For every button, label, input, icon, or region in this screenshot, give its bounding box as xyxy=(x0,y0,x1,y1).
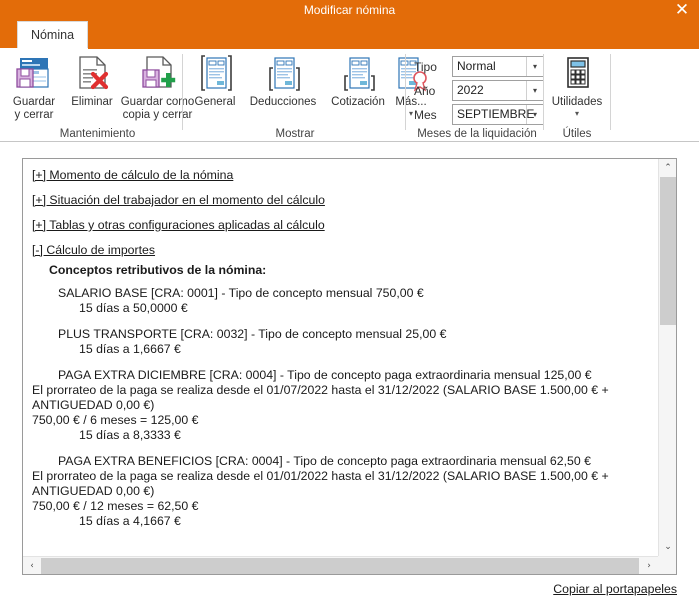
ribbon-group-label-mostrar: Mostrar xyxy=(275,128,315,140)
mes-label: Mes xyxy=(414,108,437,122)
guardar-y-cerrar-label-1: Guardar xyxy=(12,96,56,108)
document-contribution-icon xyxy=(323,52,393,94)
section-toggle-situacion-trabajador[interactable]: [+] Situación del trabajador en el momen… xyxy=(32,193,325,208)
save-and-close-icon xyxy=(4,52,64,94)
copiar-al-portapapeles-link[interactable]: Copiar al portapapeles xyxy=(553,582,677,596)
scroll-up-icon[interactable]: ⌃ xyxy=(659,159,676,177)
scroll-down-icon[interactable]: ⌄ xyxy=(659,538,676,556)
ano-select[interactable]: 2022 ▾ xyxy=(452,80,544,101)
field-row-ano: Año 2022 ▾ xyxy=(414,80,544,102)
vertical-scrollbar[interactable]: ⌃ ⌄ xyxy=(658,159,676,556)
eliminar-label-1: Eliminar xyxy=(71,96,113,108)
ribbon-group-label-utiles: Útiles xyxy=(562,128,592,140)
guardar-como-copia-label-1: Guardar como xyxy=(120,96,195,108)
field-row-tipo: Tipo Normal ▾ xyxy=(414,56,544,78)
horizontal-scrollbar-thumb[interactable] xyxy=(41,558,639,574)
chevron-down-icon[interactable]: ▾ xyxy=(526,81,543,100)
save-as-copy-icon xyxy=(120,52,195,94)
tab-nomina[interactable]: Nómina xyxy=(17,21,88,48)
ano-label: Año xyxy=(414,84,436,98)
mes-select[interactable]: SEPTIEMBRE ▾ xyxy=(452,104,544,125)
tipo-value: Normal xyxy=(457,59,496,73)
calculation-detail-document: [+] Momento de cálculo de la nómina [+] … xyxy=(23,159,658,540)
concept-line: PAGA EXTRA BENEFICIOS [CRA: 0004] - Tipo… xyxy=(58,454,591,468)
scrollbar-corner xyxy=(658,556,676,574)
group-separator-1 xyxy=(182,54,183,130)
title-bar: Modificar nómina ✕ xyxy=(0,0,699,21)
concept-line: 750,00 € / 6 meses = 125,00 € xyxy=(32,413,199,427)
concept-line: SALARIO BASE [CRA: 0001] - Tipo de conce… xyxy=(58,286,424,300)
delete-document-icon xyxy=(66,52,118,94)
concept-line: PAGA EXTRA DICIEMBRE [CRA: 0004] - Tipo … xyxy=(58,368,592,382)
calculation-detail-viewport: [+] Momento de cálculo de la nómina [+] … xyxy=(23,159,658,556)
concept-line: 15 días a 1,6667 € xyxy=(79,342,181,356)
concept-line: 15 días a 50,0000 € xyxy=(79,301,188,315)
cotizacion-label: Cotización xyxy=(331,96,385,108)
conceptos-retributivos-heading: Conceptos retributivos de la nómina: xyxy=(49,263,267,277)
chevron-down-icon[interactable]: ▾ xyxy=(526,105,543,124)
tipo-select[interactable]: Normal ▾ xyxy=(452,56,544,77)
group-separator-2 xyxy=(405,54,406,130)
utilidades-caret-icon[interactable]: ▾ xyxy=(546,109,608,118)
general-button[interactable]: General xyxy=(187,52,243,109)
cotizacion-button[interactable]: Cotización xyxy=(323,52,393,109)
concept-block-paga-extra-diciembre: PAGA EXTRA DICIEMBRE [CRA: 0004] - Tipo … xyxy=(32,368,658,443)
guardar-y-cerrar-button[interactable]: Guardar y cerrar xyxy=(4,52,64,122)
calculation-detail-panel: [+] Momento de cálculo de la nómina [+] … xyxy=(22,158,677,575)
concept-line: PLUS TRANSPORTE [CRA: 0032] - Tipo de co… xyxy=(58,327,447,341)
scroll-right-icon[interactable]: › xyxy=(640,557,658,574)
ribbon-group-utiles: Utilidades ▾ Útiles xyxy=(546,48,608,142)
utilidades-label: Utilidades xyxy=(551,96,603,108)
group-separator-4 xyxy=(610,54,611,130)
vertical-scrollbar-thumb[interactable] xyxy=(660,177,676,325)
utilidades-button[interactable]: Utilidades ▾ xyxy=(546,52,608,118)
concept-block-salario-base: SALARIO BASE [CRA: 0001] - Tipo de conce… xyxy=(32,286,658,316)
guardar-y-cerrar-label-2: y cerrar xyxy=(14,109,54,121)
section-toggle-calculo-importes[interactable]: [-] Cálculo de importes xyxy=(32,243,155,258)
mes-value: SEPTIEMBRE xyxy=(457,107,535,121)
field-row-mes: Mes SEPTIEMBRE ▾ xyxy=(414,104,544,126)
ano-value: 2022 xyxy=(457,83,484,97)
ribbon-group-mantenimiento: Guardar y cerrar Eliminar Guardar como c… xyxy=(0,48,195,142)
guardar-como-copia-y-cerrar-button[interactable]: Guardar como copia y cerrar xyxy=(120,52,195,122)
concept-line: 15 días a 4,1667 € xyxy=(79,514,181,528)
ribbon-tab-strip: Nómina xyxy=(0,21,699,48)
calculator-icon xyxy=(546,52,608,94)
concept-block-paga-extra-beneficios: PAGA EXTRA BENEFICIOS [CRA: 0004] - Tipo… xyxy=(32,454,658,529)
chevron-down-icon[interactable]: ▾ xyxy=(526,57,543,76)
concept-line: 750,00 € / 12 meses = 62,50 € xyxy=(32,499,199,513)
section-toggle-tablas-configuraciones[interactable]: [+] Tablas y otras configuraciones aplic… xyxy=(32,218,325,233)
ribbon: Guardar y cerrar Eliminar Guardar como c… xyxy=(0,48,699,142)
tipo-label: Tipo xyxy=(414,60,437,74)
document-general-icon xyxy=(187,52,243,94)
deducciones-label: Deducciones xyxy=(249,96,317,108)
close-icon[interactable]: ✕ xyxy=(665,0,699,21)
ribbon-group-label-meses: Meses de la liquidación xyxy=(417,128,537,140)
group-separator-3 xyxy=(543,54,544,130)
document-deductions-icon xyxy=(243,52,323,94)
deducciones-button[interactable]: Deducciones xyxy=(243,52,323,109)
ribbon-group-mostrar: General Deducciones Cotización Más... ▾ … xyxy=(185,48,427,142)
scroll-left-icon[interactable]: ‹ xyxy=(23,557,41,574)
section-toggle-momento-calculo[interactable]: [+] Momento de cálculo de la nómina xyxy=(32,168,233,183)
window-title: Modificar nómina xyxy=(303,3,396,17)
horizontal-scrollbar[interactable]: ‹ › xyxy=(23,556,658,574)
ribbon-group-label-mantenimiento: Mantenimiento xyxy=(59,128,136,140)
concept-line: El prorrateo de la paga se realiza desde… xyxy=(32,469,609,498)
concept-line: 15 días a 8,3333 € xyxy=(79,428,181,442)
ribbon-group-meses-liquidacion: Tipo Normal ▾ Año 2022 ▾ Mes SEPTIEMBRE … xyxy=(409,48,545,142)
guardar-como-copia-label-2: copia y cerrar xyxy=(122,109,193,121)
concept-block-plus-transporte: PLUS TRANSPORTE [CRA: 0032] - Tipo de co… xyxy=(32,327,658,357)
concept-line: El prorrateo de la paga se realiza desde… xyxy=(32,383,609,412)
general-label: General xyxy=(194,96,236,108)
eliminar-button[interactable]: Eliminar xyxy=(66,52,118,109)
ribbon-accent-line xyxy=(88,48,699,49)
